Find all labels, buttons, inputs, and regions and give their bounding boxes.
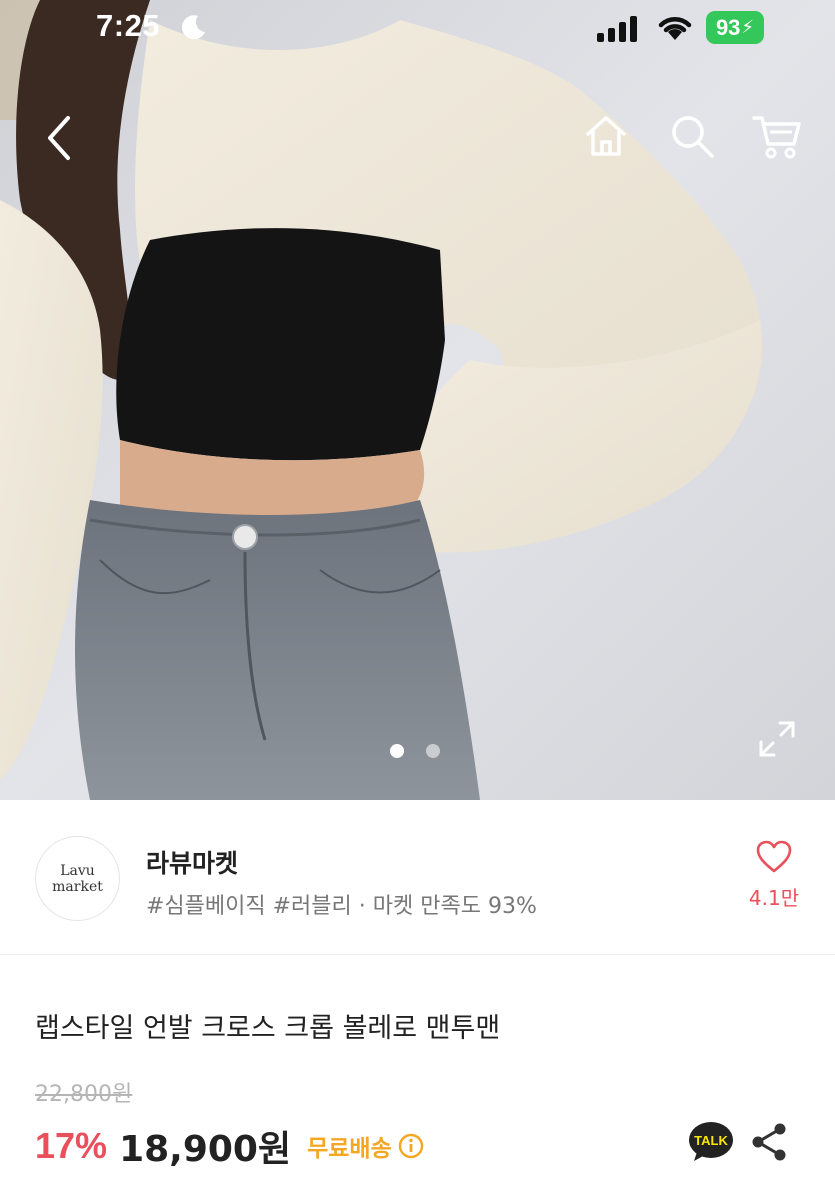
product-title: 랩스타일 언발 크로스 크롭 볼레로 맨투맨 (35, 1013, 501, 1044)
battery-indicator: 93 ⚡ (706, 11, 764, 44)
like-count: 4.1만 (748, 886, 800, 910)
sale-price: 18,900원 (119, 1129, 292, 1170)
discount-rate: 17% (35, 1125, 108, 1166)
shop-logo[interactable]: Lavu market (35, 836, 120, 921)
cart-icon[interactable] (752, 112, 802, 162)
wifi-icon (658, 17, 692, 40)
shop-logo-line2: market (52, 878, 103, 895)
original-price: 22,800원 (35, 1082, 133, 1107)
kakao-talk-icon[interactable]: TALK (688, 1121, 734, 1163)
status-time: 7:25 (96, 8, 161, 43)
price-row: 17% 18,900원 무료배송 (35, 1120, 424, 1172)
shop-info[interactable]: Lavu market 라뷰마켓 #심플베이직 #러블리 · 마켓 만족도 93… (0, 800, 835, 955)
product-image[interactable]: 7:25 93 ⚡ (0, 0, 835, 800)
gallery-pagination (390, 744, 440, 758)
expand-icon[interactable] (758, 720, 796, 758)
talk-label: TALK (694, 1133, 728, 1148)
signal-icon (597, 16, 637, 42)
search-icon[interactable] (668, 112, 716, 160)
shop-logo-line1: Lavu (60, 862, 95, 879)
heart-icon (756, 840, 792, 873)
like-button[interactable]: 4.1만 (742, 840, 806, 911)
pagination-dot[interactable] (426, 744, 440, 758)
pagination-dot-active[interactable] (390, 744, 404, 758)
shop-name[interactable]: 라뷰마켓 (146, 844, 238, 880)
charging-icon: ⚡ (741, 17, 755, 38)
home-icon[interactable] (582, 112, 630, 160)
free-shipping-label: 무료배송 (307, 1136, 392, 1162)
status-bar: 7:25 93 ⚡ (0, 0, 835, 56)
share-icon[interactable] (750, 1122, 788, 1162)
shop-tags: #심플베이직 #러블리 · 마켓 만족도 93% (146, 894, 537, 919)
info-icon[interactable] (398, 1133, 424, 1159)
back-icon[interactable] (40, 112, 80, 164)
moon-icon (181, 15, 205, 40)
battery-level: 93 (715, 14, 741, 40)
